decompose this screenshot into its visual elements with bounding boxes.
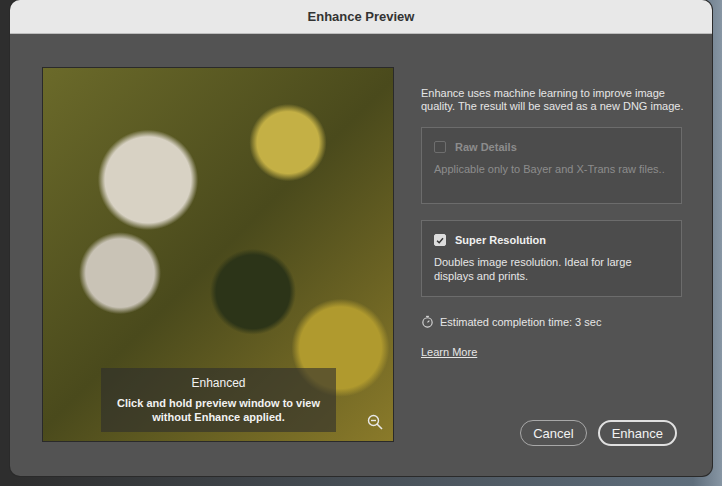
options-panel: Enhance uses machine learning to improve…	[421, 67, 692, 446]
preview-overlay: Enhanced Click and hold preview window t…	[101, 368, 336, 432]
dialog-button[interactable]: Enhance	[598, 420, 677, 446]
desktop: Enhance Preview Enhanced Click and hold …	[0, 0, 722, 486]
option-list: Raw Details Applicable only to Bayer and…	[421, 127, 682, 297]
option-description: Applicable only to Bayer and X-Trans raw…	[434, 162, 669, 176]
option-header[interactable]: Super Resolution	[434, 234, 669, 246]
title-bar: Enhance Preview	[10, 0, 712, 34]
option-box: Raw Details Applicable only to Bayer and…	[421, 127, 682, 204]
estimate-text: Estimated completion time: 3 sec	[440, 316, 601, 328]
button-row: Cancel Enhance	[421, 420, 677, 446]
dialog-body: Enhanced Click and hold preview window t…	[10, 34, 712, 476]
check-icon	[435, 235, 445, 246]
option-label: Raw Details	[455, 141, 517, 153]
estimate-row: Estimated completion time: 3 sec	[421, 315, 692, 328]
enhance-dialog: Enhance Preview Enhanced Click and hold …	[10, 0, 712, 476]
dialog-button[interactable]: Cancel	[520, 420, 586, 446]
learn-more-link[interactable]: Learn More	[421, 346, 477, 358]
overlay-title: Enhanced	[107, 376, 330, 390]
zoom-out-icon[interactable]	[367, 414, 383, 430]
option-header: Raw Details	[434, 141, 669, 153]
option-box: Super Resolution Doubles image resolutio…	[421, 220, 682, 297]
preview-image[interactable]: Enhanced Click and hold preview window t…	[42, 67, 394, 442]
description: Enhance uses machine learning to improve…	[421, 87, 692, 113]
option-label: Super Resolution	[455, 234, 546, 246]
checkbox	[434, 141, 446, 153]
stopwatch-icon	[421, 315, 434, 328]
overlay-hint: Click and hold preview window to view wi…	[107, 396, 330, 424]
checkbox[interactable]	[434, 234, 446, 246]
option-description: Doubles image resolution. Ideal for larg…	[434, 255, 669, 283]
window-title: Enhance Preview	[308, 9, 415, 24]
